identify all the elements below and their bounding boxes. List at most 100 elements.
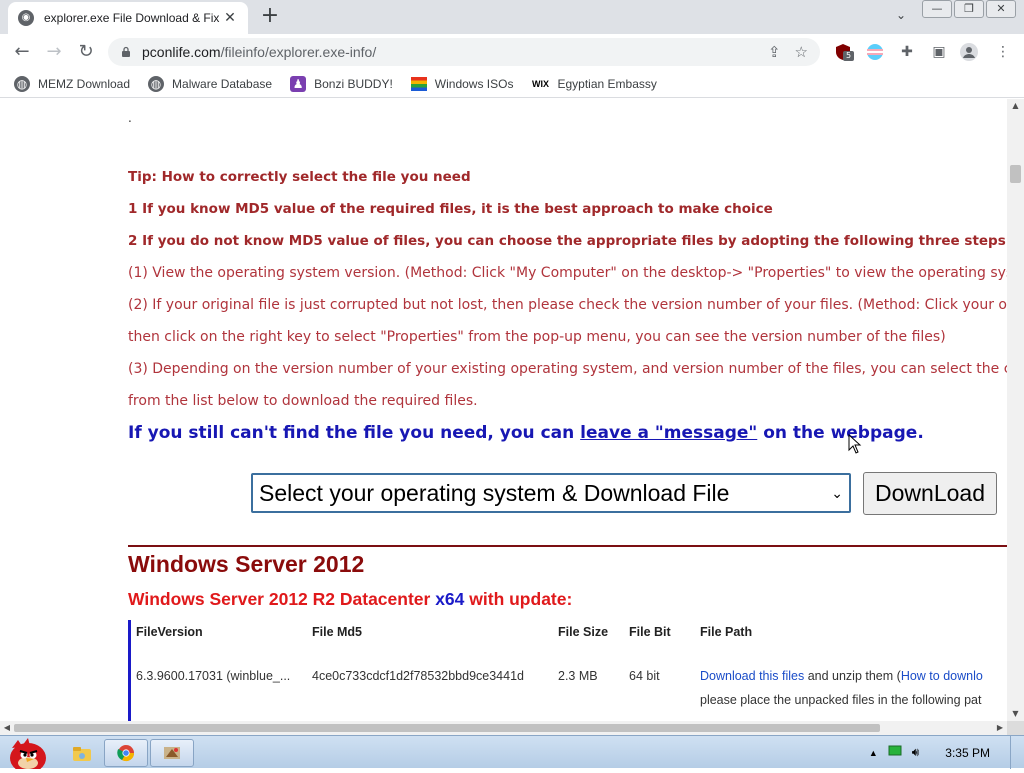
window-close-button[interactable]: ✕: [986, 0, 1016, 18]
edition-suffix: with update:: [464, 589, 573, 609]
maximize-button[interactable]: ❐: [954, 0, 984, 18]
scroll-down-icon[interactable]: ▼: [1007, 707, 1024, 721]
system-tray: ▲ 🔊︎ 3:35 PM: [869, 736, 1024, 769]
col-header-md5: File Md5: [312, 625, 363, 639]
bookmark-windows-isos[interactable]: Windows ISOs: [410, 76, 514, 92]
tab-search-icon[interactable]: ⌄: [896, 8, 906, 22]
angry-bird-start-icon: [10, 738, 46, 773]
col-header-size: File Size: [558, 625, 609, 639]
tab-strip: ◉ explorer.exe File Download & Fix ✕ + ⌄…: [0, 0, 1024, 34]
help-prefix: If you still can't find the file you nee…: [128, 423, 581, 443]
section-divider: [128, 545, 1007, 547]
chrome-taskbar-icon[interactable]: [104, 739, 148, 767]
cell-bit: 64 bit: [629, 669, 660, 683]
start-button[interactable]: [4, 736, 48, 773]
col-header-path: File Path: [700, 625, 753, 639]
step-3-text-cont: from the list below to download the requ…: [128, 393, 478, 409]
address-bar[interactable]: pconlife.com/fileinfo/explorer.exe-info/…: [108, 38, 820, 66]
bookmark-label: Bonzi BUDDY!: [314, 76, 393, 91]
wix-icon: WIX: [531, 78, 549, 89]
horizontal-scroll-thumb[interactable]: [14, 724, 880, 732]
step-2-text-cont: then click on the right key to select "P…: [128, 329, 946, 345]
col-header-version: FileVersion: [136, 625, 203, 639]
extensions-puzzle-icon[interactable]: ✚: [898, 43, 916, 61]
chevron-down-icon: ⌄: [831, 484, 843, 501]
ublock-extension-icon[interactable]: 5: [834, 43, 854, 61]
arch-label: x64: [435, 589, 465, 609]
bonzi-icon: ♟: [290, 75, 307, 92]
profile-avatar-icon[interactable]: [960, 43, 978, 61]
download-files-link[interactable]: Download this files: [700, 669, 804, 683]
os-select-dropdown[interactable]: Select your operating system & Download …: [251, 473, 851, 513]
url-text[interactable]: pconlife.com/fileinfo/explorer.exe-info/: [142, 44, 376, 60]
vertical-scrollbar[interactable]: ▲ ▼: [1007, 99, 1024, 721]
bookmark-star-icon[interactable]: ☆: [795, 43, 808, 61]
tab-close-icon[interactable]: ✕: [222, 10, 238, 26]
show-desktop-button[interactable]: [1010, 736, 1024, 769]
bookmark-label: Egyptian Embassy: [557, 76, 657, 91]
os-heading: Windows Server 2012: [128, 551, 365, 577]
how-to-download-link[interactable]: How to downlo: [901, 669, 983, 683]
leave-message-link[interactable]: leave a "message": [580, 423, 757, 443]
page-viewport: . Tip: How to correctly select the file …: [0, 99, 1007, 721]
edition-name: Windows Server 2012 R2 Datacenter: [128, 589, 436, 609]
bookmark-bonzi-buddy[interactable]: ♟ Bonzi BUDDY!: [290, 75, 393, 92]
bookmark-label: MEMZ Download: [38, 76, 131, 91]
bookmark-malware-database[interactable]: ◍ Malware Database: [148, 75, 273, 92]
cell-version: 6.3.9600.17031 (winblue_...: [136, 669, 291, 683]
tip-title: Tip: How to correctly select the file yo…: [128, 169, 471, 185]
reload-icon[interactable]: ↻: [76, 42, 96, 62]
file-table: FileVersion File Md5 File Size File Bit …: [128, 620, 1007, 721]
bookmark-egyptian-embassy[interactable]: WIX Egyptian Embassy: [531, 76, 657, 92]
clock[interactable]: 3:35 PM: [945, 746, 990, 760]
active-tab[interactable]: ◉ explorer.exe File Download & Fix ✕: [8, 2, 248, 34]
share-icon[interactable]: ⇪: [768, 43, 781, 61]
bookmarks-bar: ◍ MEMZ Download ◍ Malware Database ♟ Bon…: [0, 70, 1024, 98]
os-select-value: Select your operating system & Download …: [259, 479, 730, 506]
vertical-scroll-thumb[interactable]: [1010, 165, 1021, 183]
help-suffix: on the webpage.: [757, 423, 924, 443]
forward-icon[interactable]: →: [44, 42, 64, 62]
tab-title: explorer.exe File Download & Fix: [44, 11, 220, 25]
menu-kebab-icon[interactable]: ⋮: [994, 43, 1012, 61]
bookmark-label: Malware Database: [172, 76, 273, 91]
cell-path: Download this files and unzip them (How …: [700, 669, 983, 683]
network-icon[interactable]: [888, 745, 902, 760]
scroll-right-icon[interactable]: ▶: [993, 721, 1007, 735]
app-taskbar-icon[interactable]: [150, 739, 194, 767]
scroll-left-icon[interactable]: ◀: [0, 721, 14, 735]
volume-icon[interactable]: 🔊︎: [912, 745, 920, 760]
scroll-up-icon[interactable]: ▲: [1007, 99, 1024, 113]
browser-toolbar: ← → ↻ pconlife.com/fileinfo/explorer.exe…: [0, 34, 1024, 70]
mouse-cursor-icon: [848, 434, 862, 454]
new-tab-button[interactable]: +: [258, 4, 282, 28]
horizontal-scrollbar[interactable]: ◀ ▶: [0, 721, 1007, 735]
col-header-bit: File Bit: [629, 625, 671, 639]
path-text: and unzip them (: [804, 669, 901, 683]
stray-text: .: [128, 111, 132, 125]
bookmark-memz[interactable]: ◍ MEMZ Download: [14, 75, 131, 92]
globe-icon: ◍: [14, 75, 30, 92]
extension-badge: 5: [843, 51, 854, 61]
bookmark-label: Windows ISOs: [434, 76, 514, 91]
flag-extension-icon[interactable]: [866, 43, 884, 61]
side-panel-icon[interactable]: ▣: [930, 43, 948, 61]
back-icon[interactable]: ←: [12, 42, 32, 62]
site-favicon-icon: ◉: [18, 10, 34, 26]
tip-md5-unknown: 2 If you do not know MD5 value of files,…: [128, 233, 1007, 249]
lock-icon[interactable]: [120, 46, 132, 58]
step-2-text: (2) If your original file is just corrup…: [128, 297, 1007, 313]
minimize-button[interactable]: —: [922, 0, 952, 18]
cell-md5: 4ce0c733cdcf1d2f78532bbd9ce3441d: [312, 669, 524, 683]
window-controls: — ❐ ✕: [922, 0, 1016, 18]
cell-path-line2: please place the unpacked files in the f…: [700, 693, 982, 707]
scrollbar-corner: [1007, 721, 1024, 735]
download-button[interactable]: DownLoad: [863, 472, 997, 515]
step-3-text: (3) Depending on the version number of y…: [128, 361, 1007, 377]
tip-md5-known: 1 If you know MD5 value of the required …: [128, 201, 773, 217]
help-message: If you still can't find the file you nee…: [128, 423, 924, 443]
show-hidden-icons-icon[interactable]: ▲: [869, 748, 878, 758]
file-explorer-taskbar-icon[interactable]: [60, 739, 104, 767]
windows-flag-icon: [410, 76, 427, 92]
taskbar: ▲ 🔊︎ 3:35 PM: [0, 735, 1024, 773]
